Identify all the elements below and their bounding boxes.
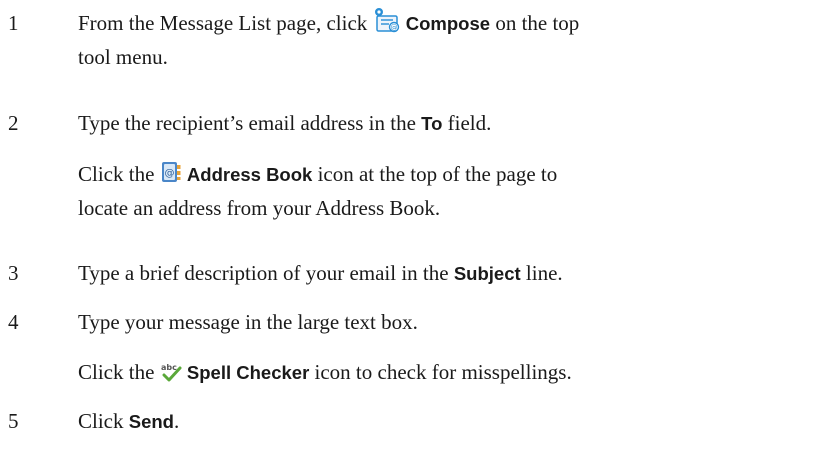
send-label: Send (128, 411, 174, 432)
step-number: 1 (8, 11, 19, 35)
step-number: 5 (8, 409, 19, 433)
spell-checker-icon: abc (160, 362, 182, 382)
svg-text:abc: abc (161, 363, 177, 372)
step-text: Type a brief description of your email i… (78, 261, 454, 285)
address-book-label: Address Book (186, 164, 313, 185)
to-field-label: To (421, 113, 443, 134)
step-text: Type your message in the large text box. (78, 310, 418, 334)
step-text: Type the recipient’s email address in th… (78, 111, 422, 135)
subject-label: Subject (453, 263, 521, 284)
step-number: 3 (8, 261, 19, 285)
step-text: Click (78, 409, 129, 433)
step-text: tool menu. (78, 45, 168, 69)
spell-checker-label: Spell Checker (186, 362, 310, 383)
instruction-document: 1 From the Message List page, click @ Co… (0, 0, 814, 461)
step-text: From the Message List page, click (78, 11, 373, 35)
compose-label: Compose (405, 13, 491, 34)
svg-text:@: @ (390, 24, 397, 32)
compose-icon: @ (373, 7, 401, 33)
step-number: 4 (8, 310, 19, 334)
address-book-icon: @ (160, 160, 182, 184)
svg-text:@: @ (164, 168, 174, 179)
step-number: 2 (8, 111, 19, 135)
